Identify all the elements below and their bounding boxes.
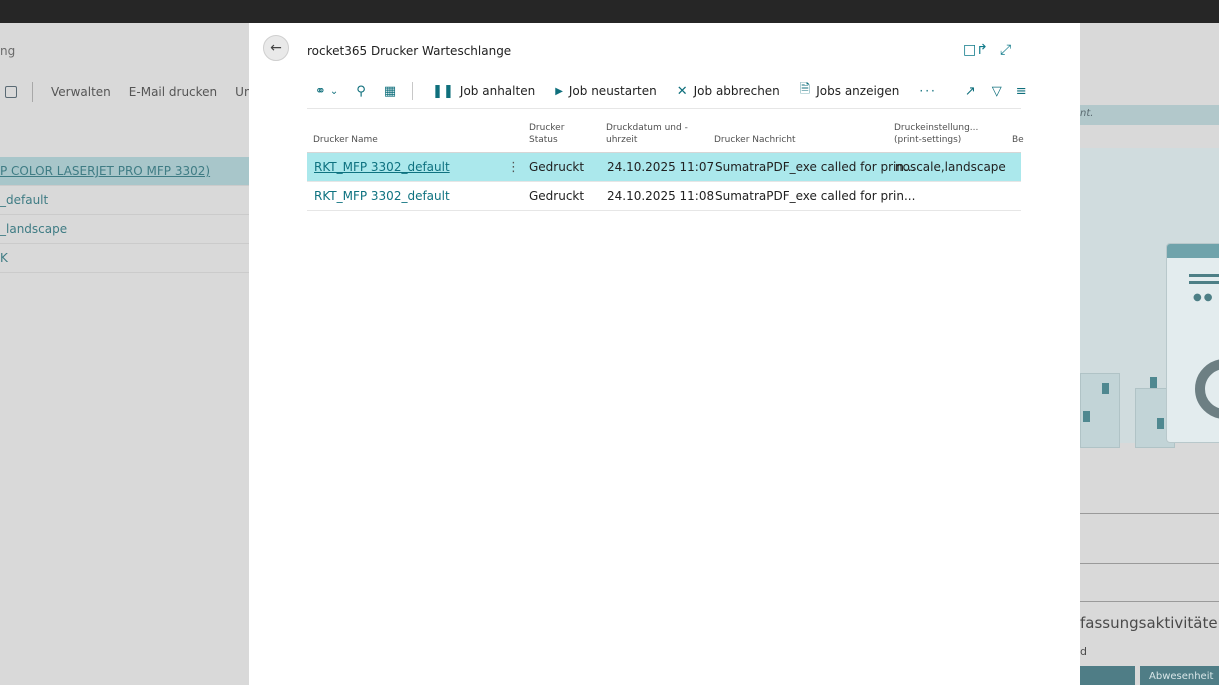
collapse-icon[interactable]: □↱ bbox=[963, 42, 988, 58]
print-datetime: 24.10.2025 11:07 bbox=[607, 160, 715, 174]
background-toolbar: Verwalten E-Mail drucken Univ bbox=[0, 82, 249, 102]
cancel-job-button[interactable]: ✕ Job abbrechen bbox=[677, 84, 780, 99]
column-header-printer-name[interactable]: Drucker Name bbox=[313, 134, 378, 146]
divider bbox=[1080, 563, 1219, 564]
toolbar-separator bbox=[32, 82, 33, 102]
printer-status: Gedruckt bbox=[529, 189, 585, 203]
pause-job-label: Job anhalten bbox=[459, 84, 536, 98]
background-page-left: ng Verwalten E-Mail drucken Univ P COLOR… bbox=[0, 23, 249, 685]
illustration-window bbox=[1102, 383, 1109, 394]
row-menu-icon[interactable]: ⋮ bbox=[507, 153, 520, 182]
background-list-item: _landscape bbox=[0, 215, 249, 244]
layout-icon[interactable]: ▦ bbox=[384, 84, 396, 99]
background-page-title: ng bbox=[0, 44, 16, 58]
cancel-job-label: Job abbrechen bbox=[693, 84, 780, 98]
window-controls: □↱ ⤢ bbox=[963, 42, 1011, 58]
background-button bbox=[1080, 666, 1135, 685]
table-row[interactable]: RKT_MFP 3302_default ⋮ Gedruckt 24.10.20… bbox=[307, 153, 1021, 182]
printer-message: SumatraPDF_exe called for prin... bbox=[715, 189, 916, 203]
printer-queue-table: Drucker Name Drucker Status Druckdatum u… bbox=[307, 108, 1024, 211]
column-header-printer-status[interactable]: Drucker Status bbox=[529, 122, 564, 146]
printer-name-link[interactable]: RKT_MFP 3302_default bbox=[314, 153, 450, 182]
x-icon: ✕ bbox=[676, 83, 688, 99]
illustration-window bbox=[1083, 411, 1090, 422]
action-bar: ⚭ ⌄ ⚲ ▦ ❚❚ Job anhalten ▶ Job neustarten… bbox=[315, 81, 1027, 101]
pause-icon: ❚❚ bbox=[432, 83, 454, 99]
background-action-univ: Univ bbox=[235, 85, 249, 99]
chevron-down-icon[interactable]: ⌄ bbox=[330, 86, 338, 97]
illustration-window bbox=[1157, 418, 1164, 429]
background-list-item: _default bbox=[0, 186, 249, 215]
background-action-email-print: E-Mail drucken bbox=[128, 85, 218, 99]
background-page-right: nt. ●● fassungsaktivitäten d Abwesenheit bbox=[1080, 23, 1219, 685]
background-list: P COLOR LASERJET PRO MFP 3302) _default … bbox=[0, 157, 249, 273]
share-icon[interactable]: ↗ bbox=[965, 84, 976, 99]
column-header-print-datetime[interactable]: Druckdatum und - uhrzeit bbox=[606, 122, 688, 146]
show-jobs-label: Jobs anzeigen bbox=[816, 84, 900, 98]
column-header-printer-message[interactable]: Drucker Nachricht bbox=[714, 134, 796, 146]
restart-job-label: Job neustarten bbox=[568, 84, 657, 98]
background-action-manage: Verwalten bbox=[51, 85, 111, 99]
column-header-be[interactable]: Be bbox=[1012, 134, 1024, 146]
dialog-title: rocket365 Drucker Warteschlange bbox=[307, 44, 512, 58]
back-button[interactable]: ← bbox=[263, 35, 289, 61]
more-actions-button[interactable]: ··· bbox=[919, 84, 936, 98]
top-app-bar bbox=[0, 0, 1219, 23]
list-view-icon[interactable]: ≡ bbox=[1016, 84, 1027, 99]
background-heading: fassungsaktivitäten bbox=[1080, 614, 1219, 632]
illustration-device: ●● bbox=[1166, 243, 1219, 443]
analysis-icon[interactable]: ⚭ bbox=[315, 84, 326, 99]
restart-job-button[interactable]: ▶ Job neustarten bbox=[555, 84, 657, 98]
illustration-window bbox=[1150, 377, 1157, 388]
table-header: Drucker Name Drucker Status Druckdatum u… bbox=[307, 108, 1024, 153]
arrow-left-icon: ← bbox=[270, 40, 282, 56]
play-icon: ▶ bbox=[555, 85, 563, 97]
search-icon[interactable]: ⚲ bbox=[356, 84, 366, 99]
printer-queue-dialog: ← rocket365 Drucker Warteschlange □↱ ⤢ ⚭… bbox=[249, 23, 1080, 685]
background-notice: nt. bbox=[1080, 105, 1219, 125]
background-list-item: P COLOR LASERJET PRO MFP 3302) bbox=[0, 157, 249, 186]
column-header-print-settings[interactable]: Druckeinstellung... (print-settings) bbox=[894, 122, 978, 146]
printer-message: SumatraPDF_exe called for prin... bbox=[715, 160, 916, 174]
background-subtext: d bbox=[1080, 645, 1087, 658]
divider bbox=[1080, 513, 1219, 514]
print-settings: noscale,landscape bbox=[895, 160, 1006, 174]
divider bbox=[1080, 601, 1219, 602]
document-icon: 🗎 bbox=[799, 82, 811, 97]
background-absence-button: Abwesenheit bbox=[1140, 666, 1219, 685]
printer-name-link[interactable]: RKT_MFP 3302_default bbox=[314, 182, 450, 211]
layout-icon bbox=[5, 86, 17, 98]
show-jobs-button[interactable]: 🗎 Jobs anzeigen bbox=[800, 80, 900, 102]
background-list-item: K bbox=[0, 244, 249, 273]
print-datetime: 24.10.2025 11:08 bbox=[607, 189, 715, 203]
expand-icon[interactable]: ⤢ bbox=[1000, 42, 1011, 58]
printer-status: Gedruckt bbox=[529, 160, 585, 174]
table-row[interactable]: RKT_MFP 3302_default Gedruckt 24.10.2025… bbox=[307, 182, 1021, 211]
action-separator bbox=[412, 82, 414, 100]
pause-job-button[interactable]: ❚❚ Job anhalten bbox=[432, 84, 535, 99]
filter-icon[interactable]: ▽ bbox=[992, 84, 1002, 99]
